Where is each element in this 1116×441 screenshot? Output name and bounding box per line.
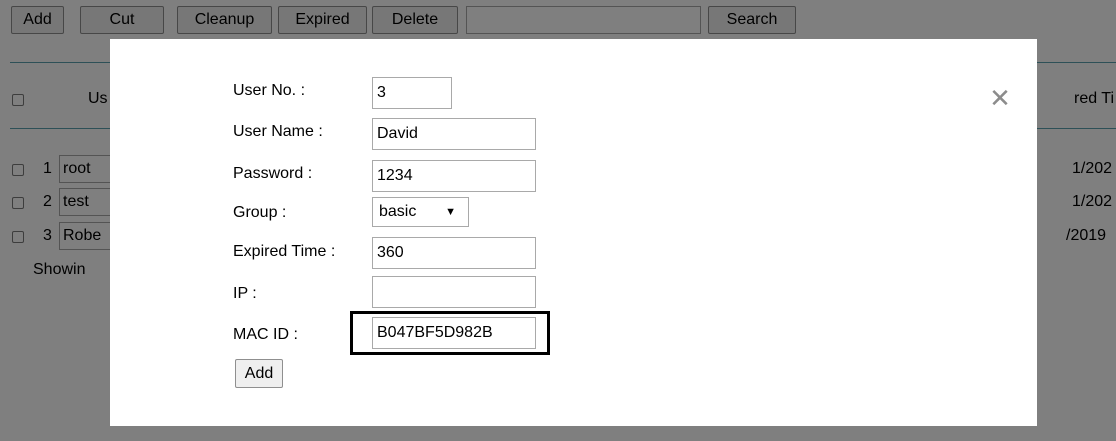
ip-label: IP : bbox=[233, 285, 257, 302]
mac-id-label: MAC ID : bbox=[233, 326, 298, 343]
password-label: Password : bbox=[233, 165, 313, 182]
expired-time-field[interactable]: 360 bbox=[372, 237, 536, 269]
expired-time-label: Expired Time : bbox=[233, 243, 336, 260]
close-icon[interactable]: ✕ bbox=[987, 85, 1013, 111]
add-user-button[interactable]: Add bbox=[235, 359, 283, 388]
user-name-label: User Name : bbox=[233, 123, 323, 140]
group-label: Group : bbox=[233, 204, 287, 221]
password-field[interactable]: 1234 bbox=[372, 160, 536, 192]
user-no-field[interactable]: 3 bbox=[372, 77, 452, 109]
user-name-field[interactable]: David bbox=[372, 118, 536, 150]
ip-field[interactable] bbox=[372, 276, 536, 308]
mac-id-field[interactable]: B047BF5D982B bbox=[372, 317, 536, 349]
group-select[interactable]: basic ▼ bbox=[372, 197, 469, 227]
group-select-value: basic bbox=[379, 203, 417, 220]
add-user-dialog: ✕ User No. : 3 User Name : David Passwor… bbox=[110, 39, 1037, 426]
user-no-label: User No. : bbox=[233, 82, 306, 99]
dropdown-arrow-icon: ▼ bbox=[445, 206, 456, 218]
